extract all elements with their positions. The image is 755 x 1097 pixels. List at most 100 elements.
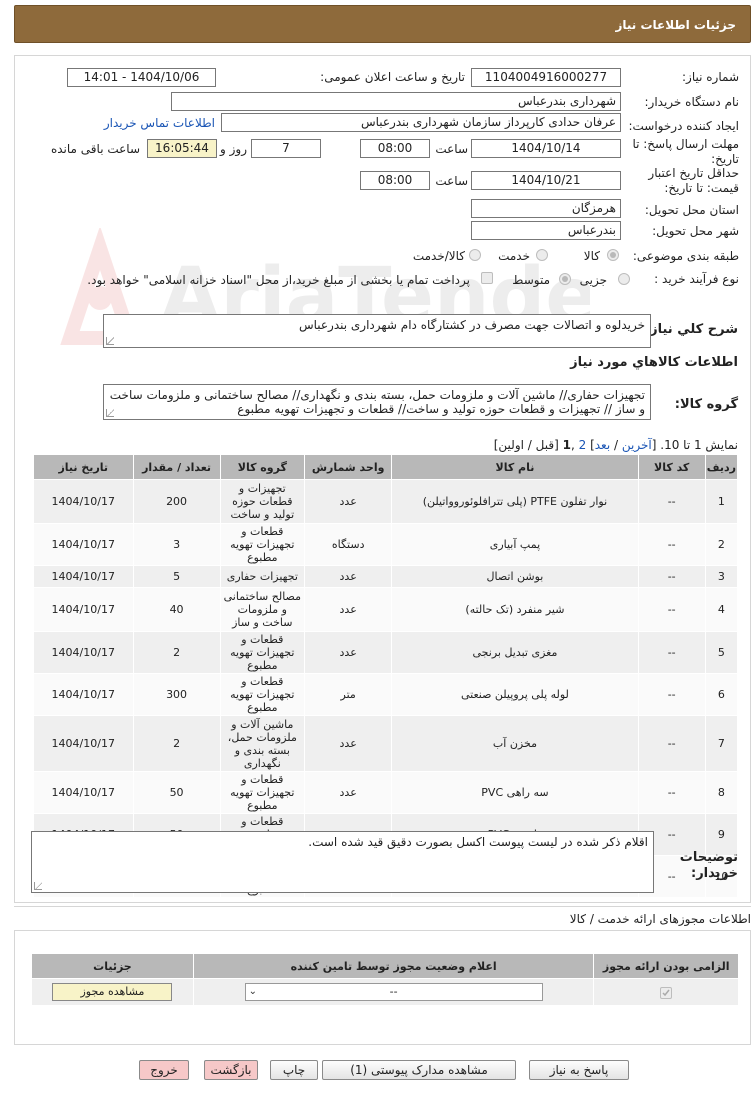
items-table-header: ردیف کد کالا نام کالا واحد شمارش گروه کالا تع… bbox=[33, 454, 739, 480]
validity-label-date: قیمت: تا تاریخ: bbox=[664, 181, 739, 195]
city-field: بندرعباس bbox=[471, 221, 621, 240]
announce-label: تاریخ و ساعت اعلان عمومی: bbox=[320, 70, 465, 84]
licenses-section-title: اطلاعات مجوزهای ارائه خدمت / کالا bbox=[569, 912, 751, 926]
table-row: 5 -- مغزی تبدیل برنجی عدد قطعات و تجهیزات ته… bbox=[33, 631, 739, 674]
process-radio-minor[interactable] bbox=[618, 273, 630, 285]
process-radio-medium[interactable] bbox=[559, 273, 571, 285]
paging-last-link[interactable]: آخرین bbox=[622, 438, 652, 452]
cell-qty: 40 bbox=[132, 587, 221, 632]
remaining-time-field: 16:05:44 bbox=[147, 139, 217, 158]
reply-button[interactable]: پاسخ به نیاز bbox=[529, 1060, 629, 1080]
creator-label: ایجاد کننده درخواست: bbox=[628, 119, 739, 133]
cell-code: -- bbox=[637, 631, 706, 674]
days-label: روز و bbox=[220, 142, 247, 156]
licenses-col-details: جزئیات bbox=[31, 953, 194, 979]
process-option-minor: جزیی bbox=[579, 273, 607, 287]
resize-grip-icon[interactable] bbox=[34, 882, 42, 890]
cell-unit: عدد bbox=[304, 565, 393, 588]
license-status-value: -- bbox=[389, 985, 398, 998]
need-number-label: شماره نیاز: bbox=[682, 70, 739, 84]
goods-group-textarea[interactable]: تجهیزات حفاری// ماشین آلات و ملزومات حمل… bbox=[103, 384, 651, 420]
goods-section-title: اطلاعات کالاهاي مورد نياز bbox=[570, 355, 738, 370]
days-field: 7 bbox=[251, 139, 321, 158]
divider bbox=[14, 906, 751, 907]
cell-qty: 50 bbox=[132, 771, 221, 814]
view-license-button[interactable]: مشاهده مجوز bbox=[52, 983, 173, 1001]
cell-unit: عدد bbox=[304, 771, 393, 814]
cell-qty: 2 bbox=[132, 631, 221, 674]
cell-name: شیر منفرد (تک حالته) bbox=[391, 587, 639, 632]
paging-prev-first: [قبل / اولین] bbox=[493, 438, 559, 452]
deadline-label: مهلت ارسال پاسخ: تا bbox=[632, 137, 739, 151]
cell-group: تجهیزات حفاری bbox=[219, 565, 306, 588]
buyer-org-field: شهرداری بندرعباس bbox=[171, 92, 621, 111]
cell-unit: دستگاه bbox=[304, 523, 393, 566]
paging-next-link[interactable]: بعد bbox=[595, 438, 610, 452]
licenses-table: الزامی بودن ارائه مجوز اعلام وضعیت مجوز … bbox=[31, 953, 739, 1006]
cell-name: سه راهی PVC bbox=[391, 771, 639, 814]
cell-code: -- bbox=[637, 715, 706, 772]
items-col-qty: تعداد / مقدار bbox=[132, 454, 221, 480]
buyer-notes-textarea[interactable]: اقلام ذکر شده در لیست پیوست اکسل بصورت د… bbox=[31, 831, 654, 893]
category-option-service: خدمت bbox=[498, 249, 530, 263]
cell-group: قطعات و تجهیزات تهویه مطبوع bbox=[219, 673, 306, 716]
cell-name: لوله پلی پروپیلن صنعتی bbox=[391, 673, 639, 716]
paging-bar: نمایش 1 تا 10. [آخرین / بعد] 2 ,1 [قبل /… bbox=[493, 438, 738, 452]
table-row: 8 -- سه راهی PVC عدد قطعات و تجهیزات تهویه م… bbox=[33, 771, 739, 814]
description-label: شرح کلي نياز: bbox=[644, 322, 738, 337]
buyer-notes-label: توضیحات bbox=[679, 850, 738, 865]
cell-no: 2 bbox=[704, 523, 739, 566]
validity-date-field: 1404/10/21 bbox=[471, 171, 621, 190]
cell-code: -- bbox=[637, 565, 706, 588]
cell-qty: 3 bbox=[132, 523, 221, 566]
category-radio-goods[interactable] bbox=[607, 249, 619, 261]
deadline-time-label: ساعت bbox=[435, 142, 468, 156]
paging-page-2[interactable]: 2 bbox=[579, 438, 587, 452]
license-status-select[interactable]: -- ⌄ bbox=[244, 983, 543, 1001]
cell-date: 1404/10/17 bbox=[33, 715, 134, 772]
cell-unit: عدد bbox=[304, 479, 393, 524]
need-number-field: 1104004916000277 bbox=[471, 68, 621, 87]
cell-no: 6 bbox=[704, 673, 739, 716]
cell-unit: متر bbox=[304, 673, 393, 716]
items-col-date: تاریخ نیاز bbox=[33, 454, 134, 480]
goods-group-text: تجهیزات حفاری// ماشین آلات و ملزومات حمل… bbox=[109, 388, 645, 416]
category-option-goods: کالا bbox=[583, 249, 600, 263]
items-col-name: نام کالا bbox=[391, 454, 639, 480]
cell-code: -- bbox=[637, 523, 706, 566]
resize-grip-icon[interactable] bbox=[106, 409, 114, 417]
cell-date: 1404/10/17 bbox=[33, 565, 134, 588]
treasury-payment-checkbox[interactable] bbox=[481, 272, 493, 284]
category-option-both: کالا/خدمت bbox=[412, 249, 465, 263]
view-attachments-button[interactable]: مشاهده مدارک پیوستی (1) bbox=[322, 1060, 516, 1080]
category-radio-both[interactable] bbox=[469, 249, 481, 261]
items-col-group: گروه کالا bbox=[219, 454, 306, 480]
resize-grip-icon[interactable] bbox=[106, 337, 114, 345]
cell-code: -- bbox=[637, 771, 706, 814]
licenses-row: -- ⌄ مشاهده مجوز bbox=[31, 978, 739, 1006]
cell-name: مغزی تبدیل برنجی bbox=[391, 631, 639, 674]
back-button[interactable]: بازگشت bbox=[204, 1060, 258, 1080]
page-header: جزئیات اطلاعات نیاز bbox=[14, 5, 751, 43]
description-textarea[interactable]: خریدلوه و اتصالات جهت مصرف در کشتارگاه د… bbox=[103, 314, 651, 348]
cell-qty: 300 bbox=[132, 673, 221, 716]
category-radio-service[interactable] bbox=[536, 249, 548, 261]
cell-group: ماشین آلات و ملزومات حمل، بسته بندی و نگ… bbox=[219, 715, 306, 772]
deadline-label-date: تاریخ: bbox=[711, 152, 739, 166]
contact-buyer-link[interactable]: اطلاعات تماس خریدار bbox=[104, 116, 215, 130]
description-text: خریدلوه و اتصالات جهت مصرف در کشتارگاه د… bbox=[298, 318, 645, 332]
cell-date: 1404/10/17 bbox=[33, 771, 134, 814]
announce-field: 1404/10/06 - 14:01 bbox=[67, 68, 216, 87]
check-icon bbox=[662, 989, 670, 996]
cell-code: -- bbox=[637, 479, 706, 524]
cell-unit: عدد bbox=[304, 631, 393, 674]
cell-group: قطعات و تجهیزات تهویه مطبوع bbox=[219, 631, 306, 674]
remaining-label: ساعت باقی مانده bbox=[50, 142, 140, 156]
license-required-checkbox[interactable] bbox=[660, 986, 673, 999]
buyer-org-label: نام دستگاه خریدار: bbox=[644, 95, 740, 109]
process-option-medium: متوسط bbox=[512, 273, 550, 287]
cell-no: 3 bbox=[704, 565, 739, 588]
exit-button[interactable]: خروج bbox=[139, 1060, 189, 1080]
print-button[interactable]: چاپ bbox=[270, 1060, 318, 1080]
licenses-col-required: الزامی بودن ارائه مجوز bbox=[593, 953, 739, 979]
